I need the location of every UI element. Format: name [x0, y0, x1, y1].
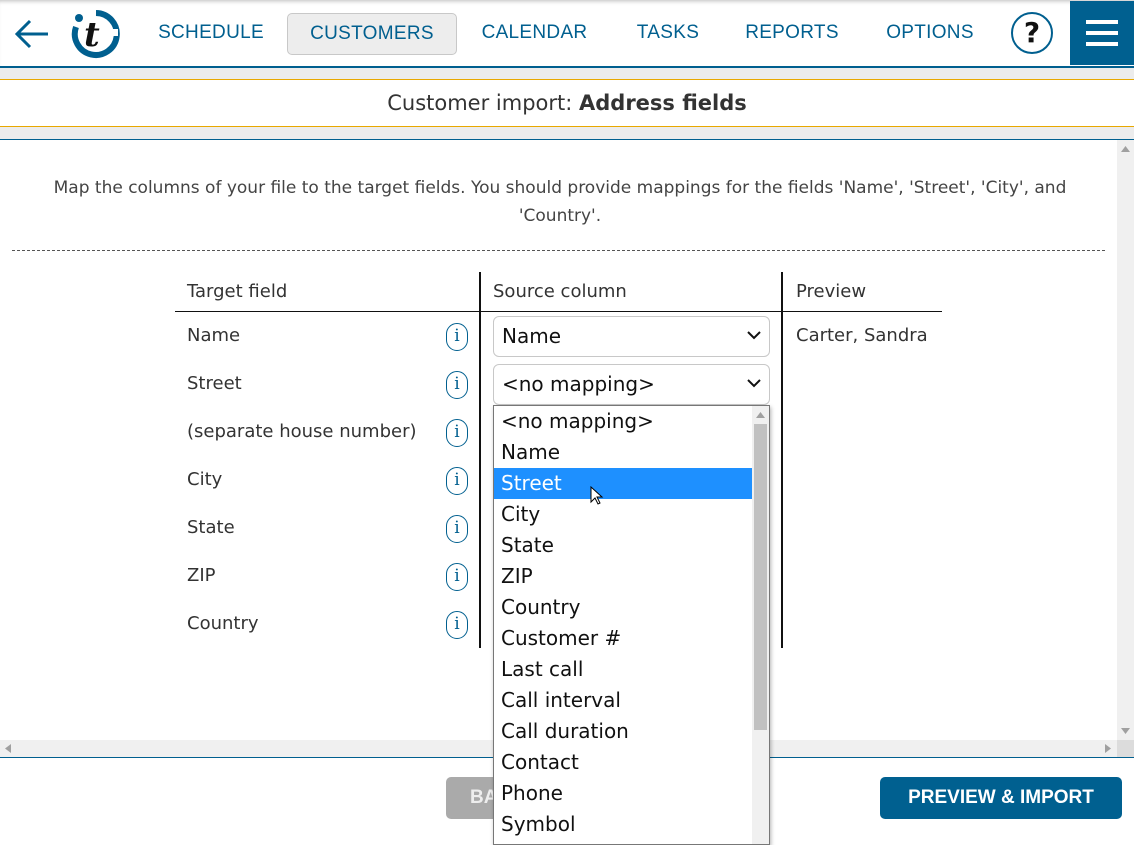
dropdown-option[interactable]: Street [494, 468, 752, 499]
svg-text:t: t [84, 15, 100, 55]
dropdown-option[interactable]: Phone [494, 778, 752, 809]
scroll-left-icon[interactable] [5, 744, 11, 753]
nav-calendar[interactable]: CALENDAR [472, 13, 597, 55]
dropdown-option[interactable]: Contact [494, 747, 752, 778]
field-country: Country [187, 613, 259, 634]
mouse-cursor-icon [590, 486, 604, 505]
nav-options[interactable]: OPTIONS [876, 13, 984, 55]
dropdown-scrollbar[interactable] [752, 406, 769, 844]
scrollbar-corner [1117, 740, 1134, 757]
nav-reports[interactable]: REPORTS [738, 13, 846, 55]
field-city: City [187, 469, 223, 490]
dropdown-option[interactable]: Name [494, 437, 752, 468]
select-value: <no mapping> [502, 372, 655, 396]
info-icon[interactable]: i [446, 323, 468, 351]
dropdown-option[interactable]: City [494, 499, 752, 530]
info-icon[interactable]: i [446, 371, 468, 399]
dropdown-option[interactable]: Customer # [494, 623, 752, 654]
field-name: Name [187, 325, 241, 346]
info-icon[interactable]: i [446, 563, 468, 591]
dashed-divider [12, 250, 1105, 251]
source-select-street[interactable]: <no mapping> [493, 364, 770, 405]
scroll-right-icon[interactable] [1105, 744, 1111, 753]
scroll-up-icon[interactable] [756, 412, 765, 418]
header-target-field: Target field [187, 281, 288, 302]
source-select-name[interactable]: Name [493, 316, 770, 357]
hamburger-menu-icon[interactable] [1070, 1, 1134, 65]
dropdown-option[interactable]: <no mapping> [494, 406, 752, 437]
scroll-up-icon[interactable] [1121, 146, 1130, 152]
info-icon[interactable]: i [446, 467, 468, 495]
dropdown-option[interactable]: Country [494, 592, 752, 623]
field-street: Street [187, 373, 242, 394]
preview-import-button[interactable]: PREVIEW & IMPORT [880, 777, 1122, 819]
dropdown-scroll-thumb[interactable] [754, 424, 767, 730]
nav-schedule[interactable]: SCHEDULE [150, 13, 272, 55]
divider [0, 68, 1134, 79]
header-underline [175, 311, 942, 312]
preview-name: Carter, Sandra [796, 325, 928, 346]
field-house-number: (separate house number) [187, 421, 417, 442]
intro-text: Map the columns of your file to the targ… [53, 178, 1067, 226]
header-preview: Preview [796, 281, 867, 302]
select-value: Name [502, 324, 562, 348]
title-prefix: Customer import: [387, 91, 579, 115]
help-icon[interactable]: ? [1011, 12, 1053, 54]
vertical-scrollbar[interactable] [1117, 140, 1134, 740]
divider [0, 127, 1134, 139]
dropdown-option[interactable]: State [494, 530, 752, 561]
info-icon[interactable]: i [446, 611, 468, 639]
chevron-down-icon [747, 331, 761, 340]
scroll-down-icon[interactable] [1121, 728, 1130, 734]
dropdown-option[interactable]: Symbol [494, 809, 752, 840]
header-source-column: Source column [493, 281, 627, 302]
top-nav-bar: t SCHEDULE CUSTOMERS CALENDAR TASKS REPO… [0, 0, 1134, 66]
info-icon[interactable]: i [446, 515, 468, 543]
field-zip: ZIP [187, 565, 216, 586]
field-state: State [187, 517, 235, 538]
column-divider [479, 272, 481, 648]
source-dropdown-list[interactable]: <no mapping> Name Street City State ZIP Countr… [493, 405, 770, 845]
column-divider [781, 272, 783, 648]
dropdown-option[interactable]: ZIP [494, 561, 752, 592]
back-arrow-icon[interactable] [12, 14, 52, 54]
chevron-down-icon [747, 379, 761, 388]
nav-customers[interactable]: CUSTOMERS [287, 13, 457, 55]
nav-tasks[interactable]: TASKS [628, 13, 708, 55]
dropdown-option[interactable]: Last call [494, 654, 752, 685]
app-logo: t [71, 10, 120, 58]
page-title: Customer import: Address fields [0, 80, 1134, 126]
dropdown-option[interactable]: Call interval [494, 685, 752, 716]
title-bold: Address fields [579, 91, 747, 115]
info-icon[interactable]: i [446, 419, 468, 447]
dropdown-option[interactable]: Call duration [494, 716, 752, 747]
